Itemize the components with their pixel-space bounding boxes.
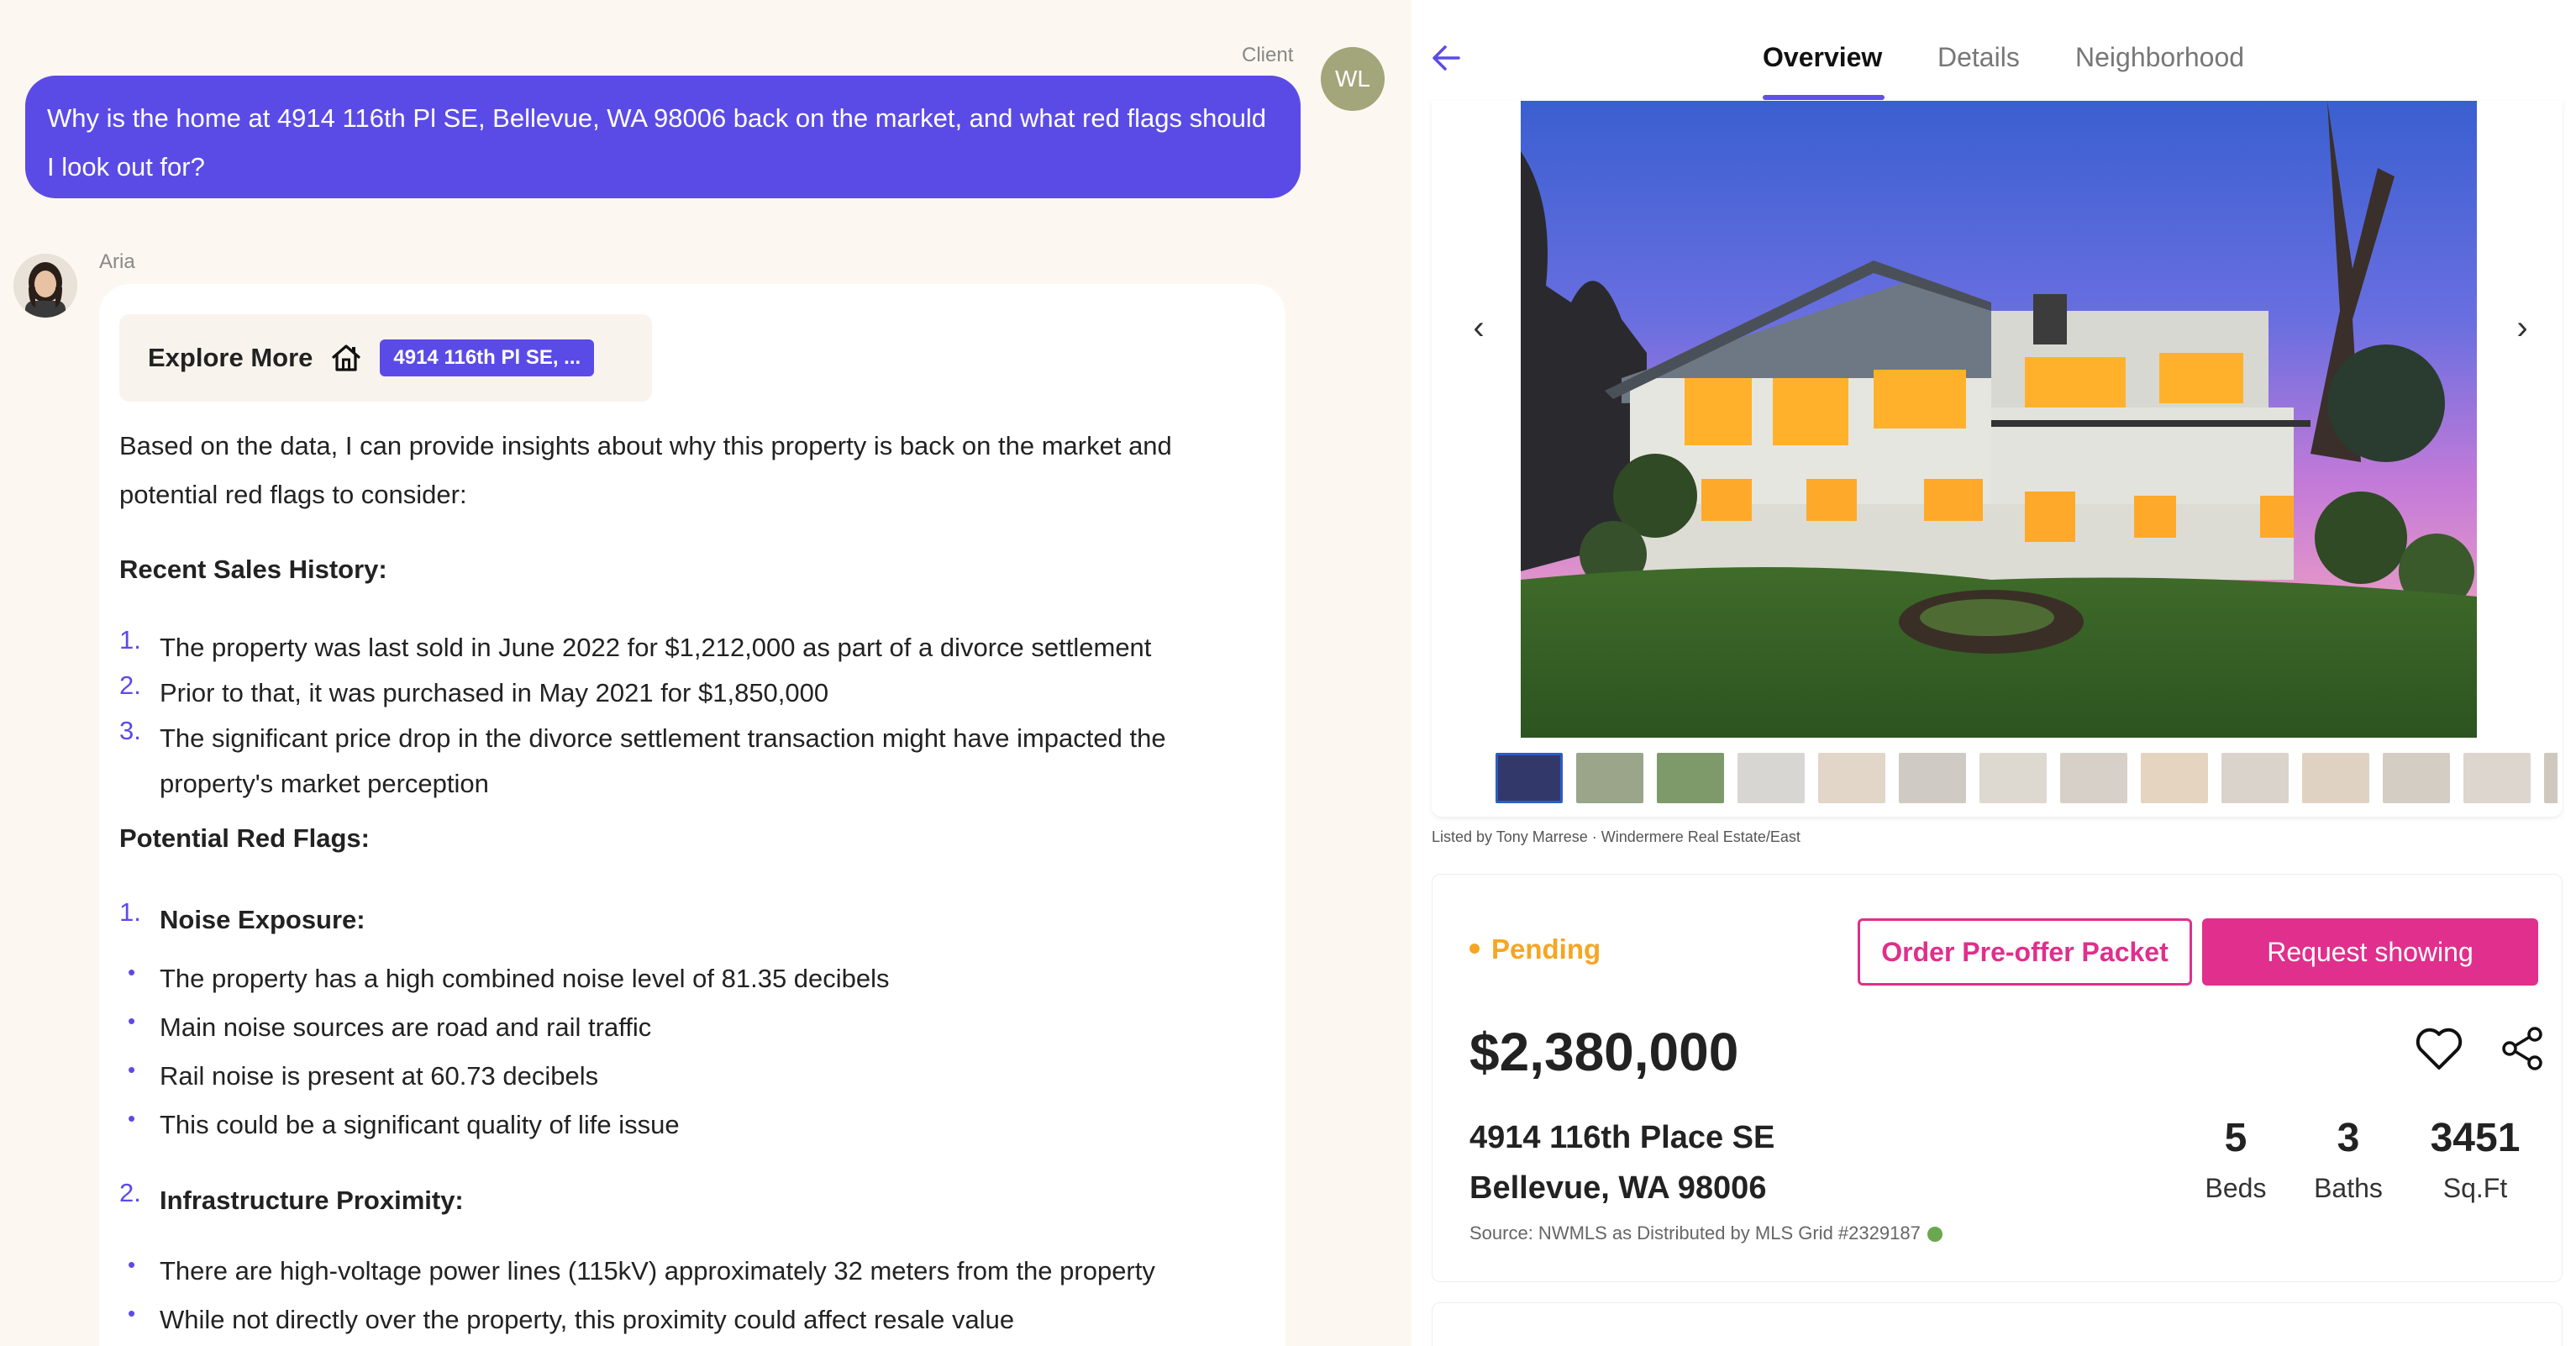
listing-price: $2,380,000	[1469, 1022, 1739, 1082]
thumbnail[interactable]	[1657, 753, 1724, 803]
bullet-dot: •	[128, 1008, 136, 1033]
source-text: Source: NWMLS as Distributed by MLS Grid…	[1469, 1222, 1921, 1243]
baths-stat: 3 Baths	[2298, 1115, 2399, 1204]
tab-details[interactable]: Details	[1937, 42, 2020, 73]
back-arrow-icon[interactable]	[1428, 40, 1464, 76]
home-icon	[332, 344, 360, 371]
heart-icon[interactable]	[2414, 1026, 2464, 1073]
photo-gallery: ‹ ›	[1432, 101, 2563, 817]
list-text: The property was last sold in June 2022 …	[160, 633, 1152, 662]
bullet-dot: •	[128, 1106, 136, 1131]
beds-value: 5	[2224, 1116, 2247, 1160]
thumbnail[interactable]	[1496, 753, 1563, 803]
thumbnail[interactable]	[1899, 753, 1966, 803]
tab-overview[interactable]: Overview	[1763, 42, 1882, 73]
thumbnail[interactable]	[2302, 753, 2369, 803]
bullet-dot: •	[128, 1252, 136, 1277]
mls-source: Source: NWMLS as Distributed by MLS Grid…	[1469, 1222, 1943, 1244]
bullet-dot: •	[128, 960, 136, 985]
bullet-dot: •	[128, 1301, 136, 1326]
house-photo-image	[1521, 101, 2477, 738]
property-photo[interactable]	[1521, 101, 2477, 738]
previous-photo-button[interactable]: ‹	[1462, 302, 1496, 353]
intro-text: Based on the data, I can provide insight…	[119, 431, 1172, 509]
beds-stat: 5 Beds	[2185, 1115, 2286, 1204]
share-icon[interactable]	[2500, 1026, 2545, 1071]
listing-summary-card: Pending Order Pre-offer Packet Request s…	[1432, 874, 2563, 1282]
property-panel: Overview Details Neighborhood ‹ › Listed…	[1412, 0, 2576, 1346]
assistant-message: Explore More 4914 116th Pl SE, ... Based…	[99, 284, 1285, 1346]
address-chip[interactable]: 4914 116th Pl SE, ...	[380, 339, 595, 376]
status-text: Pending	[1491, 933, 1601, 965]
sqft-value: 3451	[2430, 1116, 2521, 1160]
thumbnail[interactable]	[2221, 753, 2289, 803]
bullet-text: There are high-voltage power lines (115k…	[160, 1256, 1155, 1286]
list-number: 2.	[119, 670, 141, 700]
list-item: 2. Prior to that, it was purchased in Ma…	[119, 670, 828, 707]
flag-title: Noise Exposure:	[160, 905, 365, 934]
next-section-card	[1432, 1302, 2563, 1346]
thumbnail-strip	[1496, 753, 2558, 807]
bullet-text: While not directly over the property, th…	[160, 1305, 1015, 1334]
bullet-item: • This could be a significant quality of…	[119, 1102, 680, 1139]
list-text: Prior to that, it was purchased in May 2…	[160, 678, 829, 707]
list-item: 1. The property was last sold in June 20…	[119, 625, 1151, 662]
bullet-text: Main noise sources are road and rail tra…	[160, 1012, 652, 1042]
bullet-text: The property has a high combined noise l…	[160, 964, 890, 993]
address-line-1: 4914 116th Place SE	[1469, 1120, 1775, 1155]
client-avatar: WL	[1321, 47, 1385, 111]
thumbnail[interactable]	[2383, 753, 2450, 803]
sqft-stat: 3451 Sq.Ft	[2421, 1115, 2530, 1204]
flag-heading: 1. Noise Exposure:	[119, 897, 365, 934]
request-showing-button[interactable]: Request showing	[2202, 918, 2538, 986]
thumbnail[interactable]	[2060, 753, 2127, 803]
list-number: 2.	[119, 1178, 141, 1207]
thumbnail[interactable]	[2463, 753, 2531, 803]
address-line-2: Bellevue, WA 98006	[1469, 1170, 1767, 1206]
client-label: Client	[1242, 44, 1294, 66]
bullet-item: • The property has a high combined noise…	[119, 956, 890, 993]
thumbnail[interactable]	[2544, 753, 2558, 803]
flag-title: Infrastructure Proximity:	[160, 1186, 464, 1215]
assistant-name: Aria	[99, 250, 135, 273]
flags-heading: Potential Red Flags:	[119, 823, 370, 853]
sales-heading: Recent Sales History:	[119, 555, 387, 584]
order-pre-offer-packet-button[interactable]: Order Pre-offer Packet	[1858, 918, 2192, 986]
baths-label: Baths	[2314, 1173, 2383, 1203]
active-tab-indicator	[1763, 95, 1885, 100]
thumbnail[interactable]	[1979, 753, 2047, 803]
bullet-item: • While not directly over the property, …	[119, 1297, 1014, 1334]
explore-more-button[interactable]: Explore More 4914 116th Pl SE, ...	[119, 314, 652, 402]
flag-heading: 2. Infrastructure Proximity:	[119, 1178, 464, 1215]
list-text: The significant price drop in the divorc…	[160, 723, 1166, 798]
user-message: Why is the home at 4914 116th Pl SE, Bel…	[25, 76, 1301, 198]
explore-more-label: Explore More	[148, 343, 313, 372]
list-number: 1.	[119, 625, 141, 655]
list-number: 3.	[119, 716, 141, 745]
bullet-item: • Main noise sources are road and rail t…	[119, 1005, 651, 1042]
bullet-dot: •	[128, 1057, 136, 1082]
list-item: 3. The significant price drop in the div…	[119, 716, 1166, 798]
sqft-label: Sq.Ft	[2442, 1173, 2508, 1203]
status-dot	[1469, 944, 1480, 954]
bullet-text: This could be a significant quality of l…	[160, 1110, 680, 1139]
beds-label: Beds	[2205, 1173, 2267, 1203]
tab-neighborhood[interactable]: Neighborhood	[2075, 42, 2244, 73]
mls-badge-icon	[1927, 1227, 1943, 1243]
next-photo-button[interactable]: ›	[2505, 302, 2539, 353]
chat-pane: Client WL Why is the home at 4914 116th …	[0, 0, 1412, 1346]
thumbnail[interactable]	[2141, 753, 2208, 803]
bullet-item: • There are high-voltage power lines (11…	[119, 1249, 1155, 1286]
baths-value: 3	[2337, 1116, 2360, 1160]
thumbnail[interactable]	[1576, 753, 1643, 803]
assistant-avatar	[13, 254, 77, 318]
thumbnail[interactable]	[1818, 753, 1885, 803]
status-badge: Pending	[1469, 933, 1601, 965]
bullet-item: • Rail noise is present at 60.73 decibel…	[119, 1054, 598, 1091]
bullet-text: Rail noise is present at 60.73 decibels	[160, 1061, 599, 1091]
listing-agent: Listed by Tony Marrese · Windermere Real…	[1432, 828, 1801, 845]
thumbnail[interactable]	[1737, 753, 1805, 803]
list-number: 1.	[119, 897, 141, 927]
